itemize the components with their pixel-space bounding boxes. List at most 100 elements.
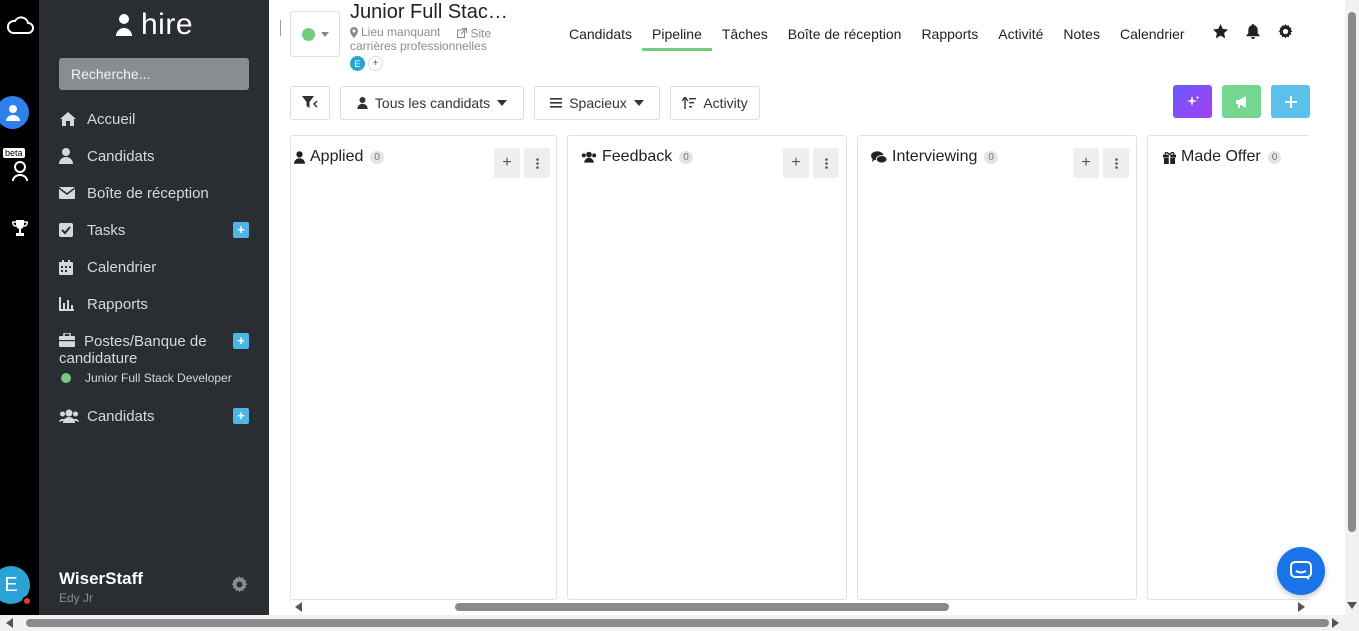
user-icon <box>294 150 305 164</box>
caret-down-icon <box>497 100 508 106</box>
sidebar-item-candidats[interactable]: Candidats <box>59 144 249 168</box>
tab-pipeline[interactable]: Pipeline <box>642 24 712 51</box>
job-status-dropdown[interactable] <box>290 11 340 57</box>
board-scroll-thumb[interactable] <box>455 603 949 611</box>
sidebar-item-tasks[interactable]: Tasks + <box>59 218 249 242</box>
add-to-stage-button[interactable]: + <box>1073 148 1099 178</box>
view-density-dropdown[interactable]: Spacieux <box>534 86 660 120</box>
team-member-avatar[interactable]: E <box>350 56 365 71</box>
list-icon <box>550 98 563 108</box>
external-link-icon <box>457 27 468 38</box>
gear-icon[interactable] <box>231 576 248 598</box>
users-icon <box>59 409 87 423</box>
sidebar-item-label: Tasks <box>87 221 126 239</box>
board-horizontal-scrollbar[interactable] <box>290 600 1309 614</box>
comments-icon <box>871 150 887 163</box>
brand-logo[interactable]: hire <box>39 8 269 42</box>
scroll-right-arrow-icon[interactable] <box>1298 602 1305 612</box>
add-to-stage-button[interactable]: + <box>494 148 520 178</box>
trophy-icon[interactable] <box>0 216 39 240</box>
column-menu-button[interactable] <box>524 148 550 178</box>
search-input[interactable] <box>59 58 249 90</box>
announce-button[interactable] <box>1222 85 1261 118</box>
add-job-button[interactable]: + <box>233 333 249 349</box>
scroll-down-arrow-icon[interactable] <box>1347 602 1357 609</box>
page-vertical-scrollbar[interactable] <box>1345 0 1359 631</box>
profile-company-name[interactable]: WiserStaff <box>59 569 143 589</box>
sort-button[interactable]: Activity <box>670 86 760 120</box>
column-title: Applied <box>310 148 364 165</box>
sidebar-item-candidats-pool[interactable]: Candidats + <box>59 404 249 428</box>
chat-launcher-button[interactable] <box>1277 547 1325 595</box>
app-rail: beta E <box>0 0 39 615</box>
bell-icon[interactable] <box>1246 24 1260 44</box>
sidebar-sub-label: Junior Full Stack Developer <box>85 371 232 385</box>
job-status-dot <box>301 27 315 41</box>
cloud-icon[interactable] <box>0 10 39 40</box>
add-candidate-header-button[interactable] <box>1271 85 1310 118</box>
tab-inbox[interactable]: Boîte de réception <box>778 24 912 51</box>
user-icon <box>59 148 87 164</box>
pipeline-column-made-offer: Made Offer 0 <box>1147 135 1309 600</box>
candidates-filter-dropdown[interactable]: Tous les candidats <box>340 86 524 120</box>
column-count: 0 <box>679 150 693 164</box>
sidebar-item-label: Candidats <box>87 147 155 165</box>
page-scroll-thumb[interactable] <box>26 619 1329 627</box>
gear-icon[interactable] <box>1278 24 1293 44</box>
sidebar-item-accueil[interactable]: Accueil <box>59 107 249 131</box>
sort-label: Activity <box>703 95 748 111</box>
candidates-filter-label: Tous les candidats <box>374 95 491 111</box>
tab-notes[interactable]: Notes <box>1053 24 1110 51</box>
checkbox-icon <box>59 223 87 237</box>
caret-down-icon <box>320 31 329 37</box>
scroll-left-arrow-icon[interactable] <box>295 602 302 612</box>
users-icon <box>581 151 597 163</box>
gift-icon <box>1163 151 1176 164</box>
add-task-button[interactable]: + <box>233 222 249 238</box>
tab-taches[interactable]: Tâches <box>712 24 778 51</box>
pipeline-column-applied: Applied 0 + <box>290 135 557 600</box>
divider <box>280 20 281 36</box>
tab-activite[interactable]: Activité <box>988 24 1053 51</box>
sparkles-icon <box>1186 95 1199 106</box>
job-header: Junior Full Stac… Lieu manquant Site car… <box>269 0 1345 80</box>
column-header: Interviewing 0 <box>871 148 998 166</box>
envelope-icon <box>59 187 87 199</box>
job-meta: Lieu manquant Site carrières professionn… <box>350 26 530 52</box>
home-icon <box>59 111 87 127</box>
sidebar-item-inbox[interactable]: Boîte de réception <box>59 181 249 205</box>
hire-logo-icon <box>115 14 132 36</box>
scroll-right-arrow-icon[interactable] <box>1332 618 1339 628</box>
column-menu-button[interactable] <box>1103 148 1129 178</box>
sort-icon <box>682 97 697 109</box>
beta-app-icon[interactable]: beta <box>0 148 39 182</box>
sidebar-item-label: Accueil <box>87 110 136 128</box>
view-density-label: Spacieux <box>569 95 627 111</box>
sidebar: hire Accueil Candidats Boîte de réceptio… <box>39 0 269 615</box>
job-location[interactable]: Lieu manquant <box>350 26 440 38</box>
page-horizontal-scrollbar[interactable] <box>0 615 1345 631</box>
chat-icon <box>1290 561 1312 580</box>
add-team-member-button[interactable]: + <box>368 56 383 71</box>
sidebar-item-postes[interactable]: Postes/Banque de candidature + <box>59 332 249 367</box>
sidebar-item-calendrier[interactable]: Calendrier <box>59 255 249 279</box>
page-vscroll-thumb[interactable] <box>1348 12 1356 532</box>
tab-calendrier[interactable]: Calendrier <box>1110 24 1195 51</box>
sidebar-item-rapports[interactable]: Rapports <box>59 292 249 316</box>
map-pin-icon <box>350 26 358 38</box>
add-to-stage-button[interactable]: + <box>783 148 809 178</box>
ellipsis-vertical-icon <box>535 157 539 169</box>
column-menu-button[interactable] <box>813 148 839 178</box>
filter-button[interactable] <box>290 86 330 120</box>
pipeline-board: Applied 0 + Feedback 0 + Interviewing 0 … <box>290 135 1309 600</box>
hire-app-icon[interactable] <box>0 96 29 129</box>
tab-candidats[interactable]: Candidats <box>559 24 642 51</box>
star-icon[interactable] <box>1213 24 1228 44</box>
sidebar-item-label: Rapports <box>87 295 148 313</box>
scroll-left-arrow-icon[interactable] <box>6 618 13 628</box>
ai-assist-button[interactable] <box>1173 85 1212 118</box>
sidebar-job-junior-full-stack[interactable]: Junior Full Stack Developer <box>61 371 232 385</box>
tab-rapports[interactable]: Rapports <box>911 24 988 51</box>
briefcase-icon <box>59 332 84 351</box>
add-candidate-button[interactable]: + <box>233 408 249 424</box>
